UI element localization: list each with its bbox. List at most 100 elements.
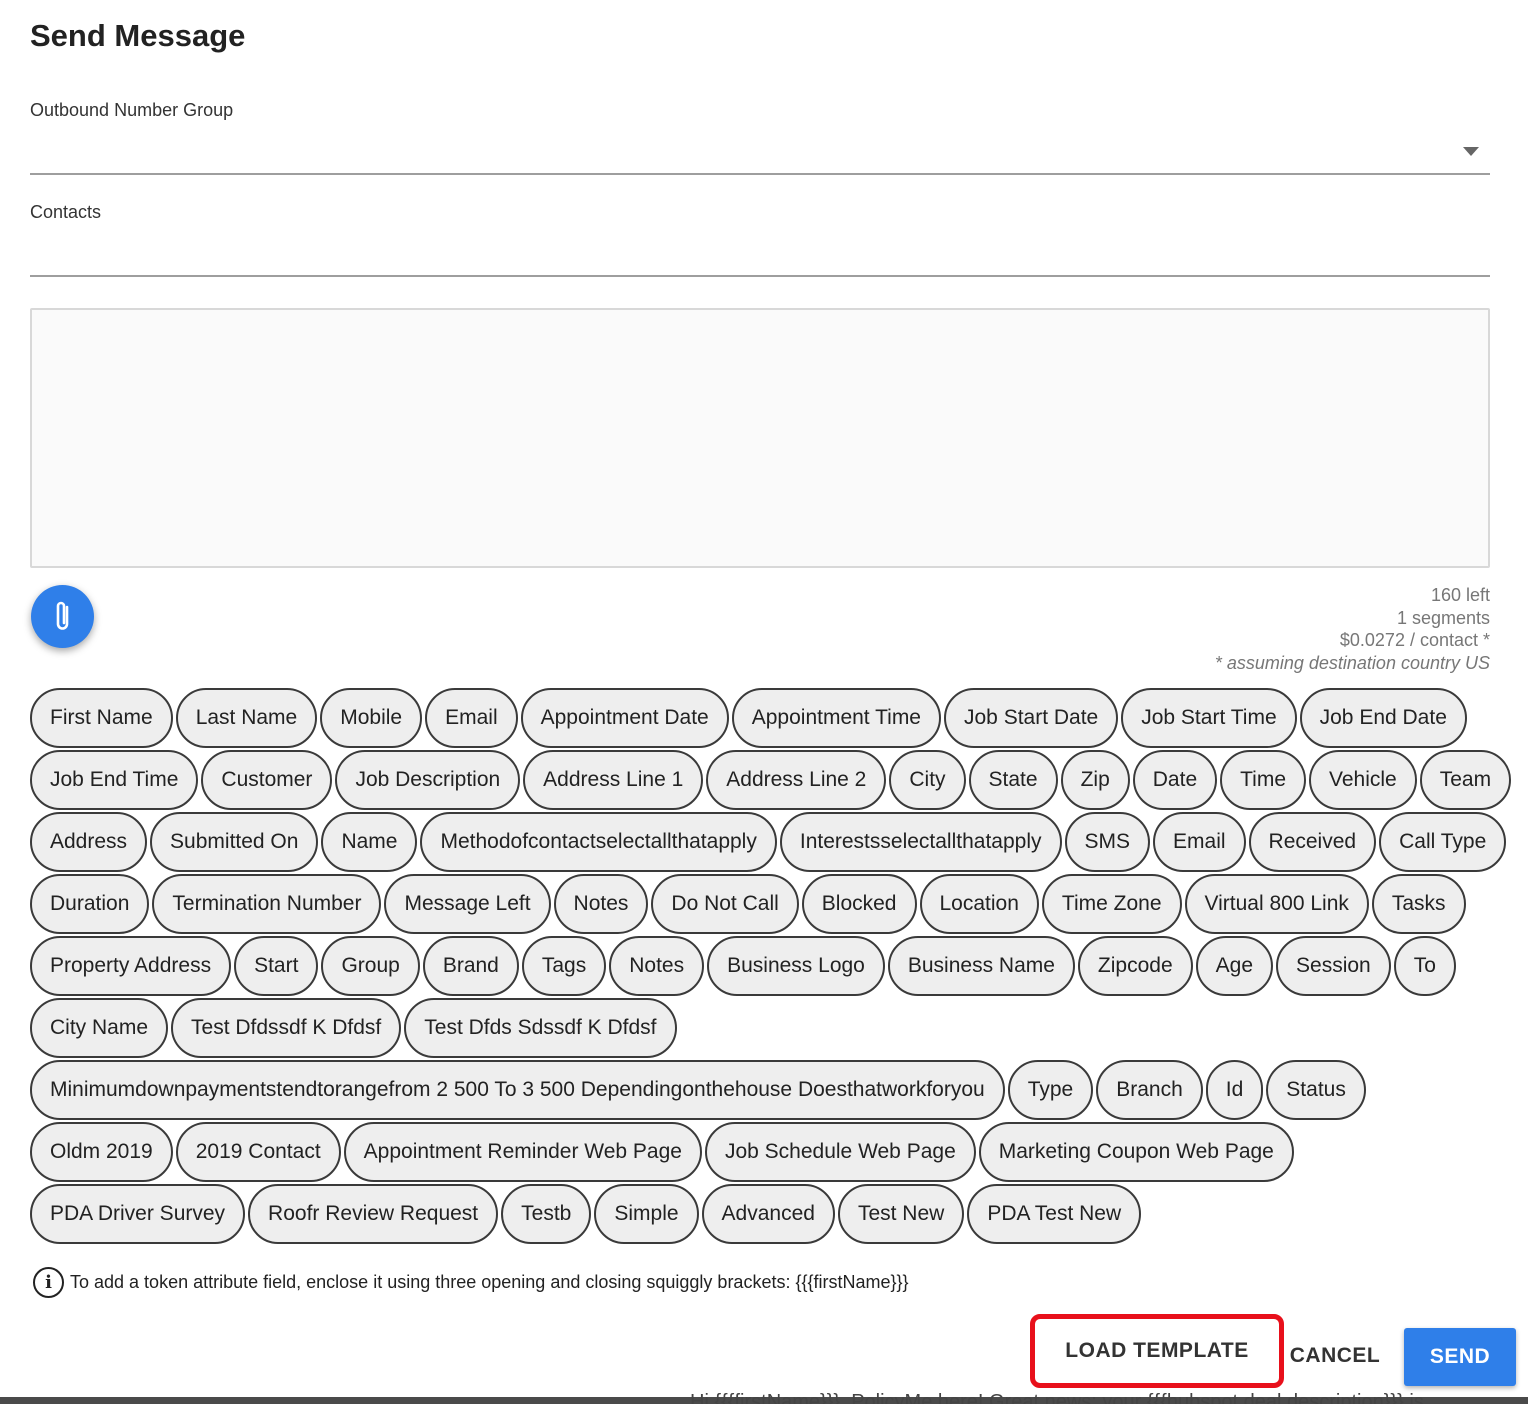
token-chip[interactable]: Virtual 800 Link [1184,874,1369,934]
token-chip-row: Property Address Start Group Brand Tags Notes… [30,936,1500,998]
token-chip[interactable]: Customer [201,750,333,810]
token-chip-row: Job End Time Customer Job Description Addre… [30,750,1512,812]
token-chip[interactable]: Time Zone [1041,874,1182,934]
token-chip[interactable]: Interestsselectallthatapply [779,812,1062,872]
token-chip-row: Minimumdownpaymentstendtorangefrom 2 500… [30,1060,1500,1122]
token-chip[interactable]: To [1393,936,1456,996]
token-chip[interactable]: Job End Date [1299,688,1467,748]
token-chip[interactable]: Business Name [887,936,1075,996]
token-chip[interactable]: 2019 Contact [175,1122,341,1182]
token-chip[interactable]: Email [1153,812,1246,872]
chevron-down-icon[interactable] [1463,147,1479,156]
token-chip[interactable]: Marketing Coupon Web Page [978,1122,1294,1182]
token-chip[interactable]: Minimumdownpaymentstendtorangefrom 2 500… [30,1060,1005,1120]
token-chip[interactable]: Email [425,688,518,748]
paperclip-icon [56,601,68,630]
token-chip[interactable]: Submitted On [150,812,319,872]
token-chip[interactable]: Blocked [801,874,917,934]
token-chip[interactable]: Address Line 1 [523,750,704,810]
token-chip[interactable]: Oldm 2019 [30,1122,173,1182]
outbound-number-group-label: Outbound Number Group [30,100,234,120]
token-chip-row: Oldm 2019 2019 Contact Appointment Reminde… [30,1122,1500,1184]
token-chip[interactable]: Zipcode [1077,936,1193,996]
token-chip[interactable]: Advanced [701,1184,835,1244]
token-chip[interactable]: Test New [837,1184,965,1244]
outbound-number-group-select[interactable] [30,128,1490,174]
token-chip[interactable]: Job Start Time [1121,688,1297,748]
token-chip-row: Duration Termination Number Message Left No… [30,874,1500,936]
token-chip[interactable]: Branch [1096,1060,1203,1120]
token-chip[interactable]: Call Type [1379,812,1507,872]
token-chip[interactable]: Tasks [1371,874,1466,934]
token-chip[interactable]: Job Description [335,750,521,810]
token-chip[interactable]: Address Line 2 [706,750,887,810]
token-chip[interactable]: Address [30,812,148,872]
token-chip[interactable]: Job Start Date [944,688,1119,748]
outbound-number-group-underline [30,173,1490,175]
token-chip[interactable]: Last Name [175,688,318,748]
token-chip[interactable]: State [968,750,1058,810]
token-chip[interactable]: SMS [1064,812,1151,872]
token-chip[interactable]: Message Left [384,874,551,934]
token-chip[interactable]: Zip [1060,750,1130,810]
token-chip[interactable]: Appointment Time [731,688,941,748]
token-help-text: To add a token attribute field, enclose … [70,1272,909,1292]
page-title: Send Message [30,18,246,53]
token-chip[interactable]: Notes [609,936,705,996]
token-chip[interactable]: Age [1195,936,1274,996]
token-chip[interactable]: Methodofcontactselectallthatapply [420,812,777,872]
info-icon: i [33,1267,64,1298]
token-chip[interactable]: Simple [594,1184,699,1244]
token-chip[interactable]: Received [1248,812,1377,872]
token-chip[interactable]: PDA Driver Survey [30,1184,246,1244]
token-chip[interactable]: Group [321,936,420,996]
token-chip[interactable]: Status [1266,1060,1366,1120]
token-chip[interactable]: Id [1205,1060,1264,1120]
token-chip[interactable]: Job End Time [30,750,199,810]
load-template-button[interactable]: LOAD TEMPLATE [1030,1314,1284,1388]
token-chip[interactable]: Property Address [30,936,232,996]
token-chip[interactable]: Start [234,936,319,996]
token-chip[interactable]: Duration [30,874,150,934]
attach-button[interactable] [31,585,94,648]
token-chip[interactable]: PDA Test New [967,1184,1142,1244]
token-help: i To add a token attribute field, enclos… [33,1267,909,1298]
token-chip[interactable]: Notes [553,874,649,934]
token-chip[interactable]: Vehicle [1309,750,1417,810]
token-chip[interactable]: Team [1419,750,1512,810]
token-chip[interactable]: City Name [30,998,169,1058]
token-chip[interactable]: Do Not Call [651,874,799,934]
contacts-underline [30,275,1490,277]
message-textarea[interactable] [30,308,1490,568]
token-chip[interactable]: Test Dfds Sdssdf K Dfdsf [404,998,677,1058]
token-chip-list: First Name Last Name Mobile Email Appointmen… [30,688,1512,1246]
token-chip[interactable]: Test Dfdssdf K Dfdsf [171,998,402,1058]
token-chip[interactable]: Testb [501,1184,592,1244]
token-chip[interactable]: Location [919,874,1039,934]
token-chip[interactable]: Type [1007,1060,1094,1120]
token-chip[interactable]: Tags [521,936,607,996]
token-chip[interactable]: Name [321,812,418,872]
message-stats: 160 left 1 segments $0.0272 / contact * … [1215,584,1490,674]
cost-per-contact: $0.0272 / contact * [1339,630,1490,650]
token-chip-row: Address Submitted On Name Methodofcontactse… [30,812,1507,874]
token-chip[interactable]: Appointment Date [520,688,729,748]
contacts-input[interactable] [30,230,1490,276]
token-chip[interactable]: Roofr Review Request [248,1184,499,1244]
token-chip[interactable]: First Name [30,688,173,748]
token-chip[interactable]: Termination Number [152,874,382,934]
token-chip[interactable]: Brand [422,936,519,996]
cancel-button[interactable]: CANCEL [1287,1330,1383,1382]
token-chip[interactable]: Mobile [320,688,423,748]
token-chip[interactable]: Time [1220,750,1307,810]
characters-left: 160 left [1430,585,1490,605]
token-chip[interactable]: Appointment Reminder Web Page [343,1122,702,1182]
token-chip[interactable]: Job Schedule Web Page [704,1122,976,1182]
token-chip[interactable]: Date [1132,750,1218,810]
contacts-label: Contacts [30,202,102,222]
send-button[interactable]: SEND [1404,1328,1516,1386]
token-chip[interactable]: Business Logo [707,936,885,996]
token-chip-row: First Name Last Name Mobile Email Appointmen… [30,688,1500,750]
token-chip[interactable]: Session [1276,936,1391,996]
token-chip[interactable]: City [889,750,966,810]
